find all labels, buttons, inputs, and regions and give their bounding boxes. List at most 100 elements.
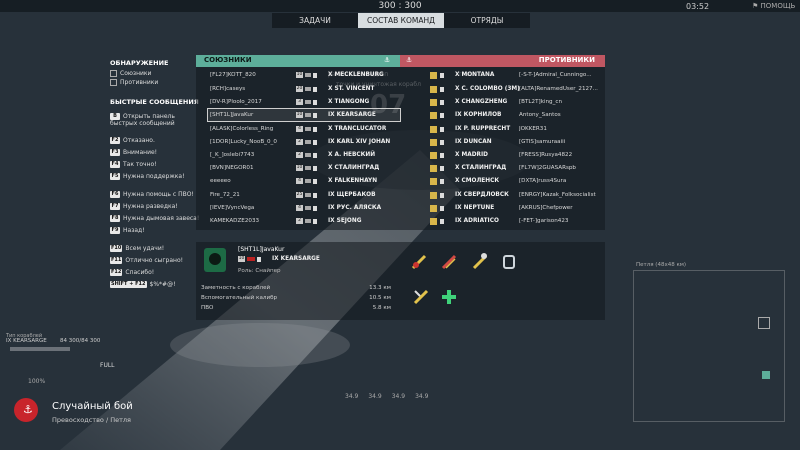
ammo-reload: 34.9 <box>368 393 382 400</box>
stat-label: Вспомогательный калибр <box>201 295 278 301</box>
enemy-row[interactable]: X СМОЛЕНСК [DXTA]russ4Sura <box>430 175 609 187</box>
quick-message[interactable]: F10 Всем удачи! <box>110 245 164 252</box>
consumable-icon[interactable] <box>410 253 428 271</box>
ally-row[interactable]: [_K_]oslebi7743 2 X А. НЕВСКИЙ <box>210 149 375 161</box>
nation-flag-icon <box>305 100 311 104</box>
captain-icon <box>430 98 437 106</box>
ship-name: X CHANGZHENG <box>455 99 508 105</box>
he-shell-icon[interactable] <box>470 250 492 272</box>
stat-value: 10.5 км <box>369 295 391 301</box>
ally-row[interactable]: [BVN]NEGOR01 10 X СТАЛИНГРАД <box>210 162 379 174</box>
ally-row[interactable]: [RCH]caseys 20 X ST. VINCENT <box>210 83 374 95</box>
stat-row: Заметность с кораблей 13.3 км <box>201 285 391 295</box>
ally-row[interactable]: KAMEKADZE2033 2 IX SEJONG <box>210 215 361 227</box>
enemy-row[interactable]: IX P. RUPPRECHT JOKKER31 <box>430 123 609 135</box>
quick-message[interactable]: F4 Так точно! <box>110 161 157 168</box>
ship-name: IX ADRIATICO <box>455 218 499 224</box>
ally-row[interactable]: eeeeeo 4 X FALKENHAYN <box>210 175 377 187</box>
help-label: ПОМОЩЬ <box>760 2 796 10</box>
ship-class-icon <box>313 192 325 198</box>
hotkey: F2 <box>110 137 120 144</box>
ship-name: IX ЩЕРБАКОВ <box>328 192 376 198</box>
player-level: 4 <box>296 205 303 211</box>
detection-title: ОБНАРУЖЕНИЕ <box>110 59 169 67</box>
captain-icon <box>430 125 437 133</box>
ship-class-icon <box>257 256 269 262</box>
quick-message[interactable]: F6 Нужна помощь с ПВО! <box>110 191 194 198</box>
player-level: 10 <box>296 165 303 171</box>
player-level: 2 <box>296 152 303 158</box>
detail-role: Роль: Снайпер <box>238 268 281 274</box>
enemy-row[interactable]: X MONTANA [-S-T-]Admiral_Cunningo... <box>430 69 609 81</box>
allies-title: СОЮЗНИКИ <box>204 56 252 64</box>
quick-message[interactable]: SHIFT + F12 $%*#@! <box>110 281 175 288</box>
ship-class-icon <box>440 72 452 78</box>
player-name: [BTL2T]king_cn <box>519 99 563 105</box>
detail-ship-name: IX KEARSARGE <box>272 256 320 262</box>
quick-message[interactable]: F3 Внимание! <box>110 149 157 156</box>
heal-icon[interactable] <box>440 288 458 306</box>
ally-row[interactable]: [DV-R]Ploolo_2017 3 X TIANGONG <box>210 96 369 108</box>
ship-class-icon <box>313 165 325 171</box>
enemy-row[interactable]: IX КОРНИЛОВ Antony_Santos <box>430 109 609 121</box>
quick-message[interactable]: F2 Отказано. <box>110 137 155 144</box>
damage-control-icon[interactable] <box>412 288 430 306</box>
quick-message-text: Отказано. <box>123 137 155 144</box>
ally-row[interactable]: [IEVE]VyncVega 4 IX РУС. АЛЯСКА <box>210 202 381 214</box>
ally-row[interactable]: [FL27]KOTT_820 10 X MECKLENBURG <box>210 69 384 81</box>
allies-header: СОЮЗНИКИ ⚓ <box>196 55 400 67</box>
captain-icon <box>430 191 437 199</box>
ship-class-icon <box>440 152 452 158</box>
quick-message-text: Всем удачи! <box>125 245 165 252</box>
quick-message[interactable]: F12 Спасибо! <box>110 269 154 276</box>
nation-flag-icon <box>305 73 311 77</box>
hotkey: SHIFT + F12 <box>110 281 147 288</box>
captain-icon <box>430 177 437 185</box>
ship-name: X А. НЕВСКИЙ <box>328 152 376 158</box>
enemy-row[interactable]: X CHANGZHENG [BTL2T]king_cn <box>430 96 609 108</box>
ship-name: IX NEPTUNE <box>455 205 495 211</box>
quick-message[interactable]: F11 Отлично сыграно! <box>110 257 183 264</box>
quick-message[interactable]: F5 Нужна поддержка! <box>110 173 184 180</box>
stat-row: Вспомогательный калибр 10.5 км <box>201 295 391 305</box>
enemy-row[interactable]: X MADRID [FRESS]Rusya4822 <box>430 149 609 161</box>
quick-message[interactable]: F7 Нужна разведка! <box>110 203 178 210</box>
player-name: [RCH]caseys <box>210 86 246 92</box>
tab-divisions[interactable]: ОТРЯДЫ <box>444 13 530 28</box>
player-name: [BVN]NEGOR01 <box>210 165 254 171</box>
ally-row[interactable]: [ALASK]Colorless_Ring 4 X TRANCLUCATOR <box>210 123 386 135</box>
player-name: [-FET-]garison423 <box>519 218 569 224</box>
quick-message[interactable]: F9 Назад! <box>110 227 145 234</box>
enemy-row[interactable]: X C. COLOMBO (3M) [ALTA]RenamedUser_2127.… <box>430 83 609 95</box>
tab-team-roster[interactable]: СОСТАВ КОМАНД <box>358 13 444 28</box>
repair-icon[interactable] <box>500 253 518 271</box>
nation-flag-icon <box>305 153 311 157</box>
minimap[interactable]: Петля (48x48 км) <box>633 262 785 422</box>
ally-row[interactable]: [1DOR]Lucky_NooB_0_0 2 IX KARL XIV JOHAN <box>210 136 390 148</box>
ship-class-icon <box>313 205 325 211</box>
quick-message[interactable]: F8 Нужна дымовая завеса! <box>110 215 199 222</box>
help-button[interactable]: ⚑ ПОМОЩЬ <box>752 2 795 10</box>
ship-name: X СТАЛИНГРАД <box>328 165 380 171</box>
enemy-row[interactable]: IX NEPTUNE [AKRUS]Chefpower <box>430 202 609 214</box>
enemy-row[interactable]: IX ADRIATICO [-FET-]garison423 <box>430 215 609 227</box>
nation-flag-icon <box>305 140 311 144</box>
player-name: [DV-R]Ploolo_2017 <box>210 99 262 105</box>
filter-allies[interactable]: Союзники <box>110 70 151 77</box>
quick-message-text: Нужна разведка! <box>123 203 178 210</box>
nation-flag-icon <box>305 219 311 223</box>
quick-message-text: Нужна дымовая завеса! <box>123 215 200 222</box>
ally-row-selected[interactable]: [SHT1L]JavaKur 10 IX KEARSARGE <box>207 108 401 122</box>
ally-row[interactable]: Fire_72_21 25 IX ЩЕРБАКОВ <box>210 189 376 201</box>
ship-class-icon <box>440 139 452 145</box>
enemy-row[interactable]: IX DUNCAN [GTIS]samuraaiii <box>430 136 609 148</box>
quick-message[interactable]: B Открыть панель быстрых сообщений <box>110 113 190 127</box>
enemy-row[interactable]: X СТАЛИНГРАД [FL7W]2GUASARspb <box>430 162 609 174</box>
enemy-row[interactable]: IX СВЕРДЛОВСК [ENRGY]Kazak_Folksocialist <box>430 189 609 201</box>
tab-tasks[interactable]: ЗАДАЧИ <box>272 13 358 28</box>
enemies-header: ПРОТИВНИКИ ⚓ <box>400 55 605 67</box>
ammo-reload-row: 34.9 34.9 34.9 34.9 <box>345 393 428 400</box>
filter-enemies[interactable]: Противники <box>110 79 158 86</box>
quick-message-text: Нужна поддержка! <box>123 173 185 180</box>
ap-shell-icon[interactable] <box>440 253 458 271</box>
